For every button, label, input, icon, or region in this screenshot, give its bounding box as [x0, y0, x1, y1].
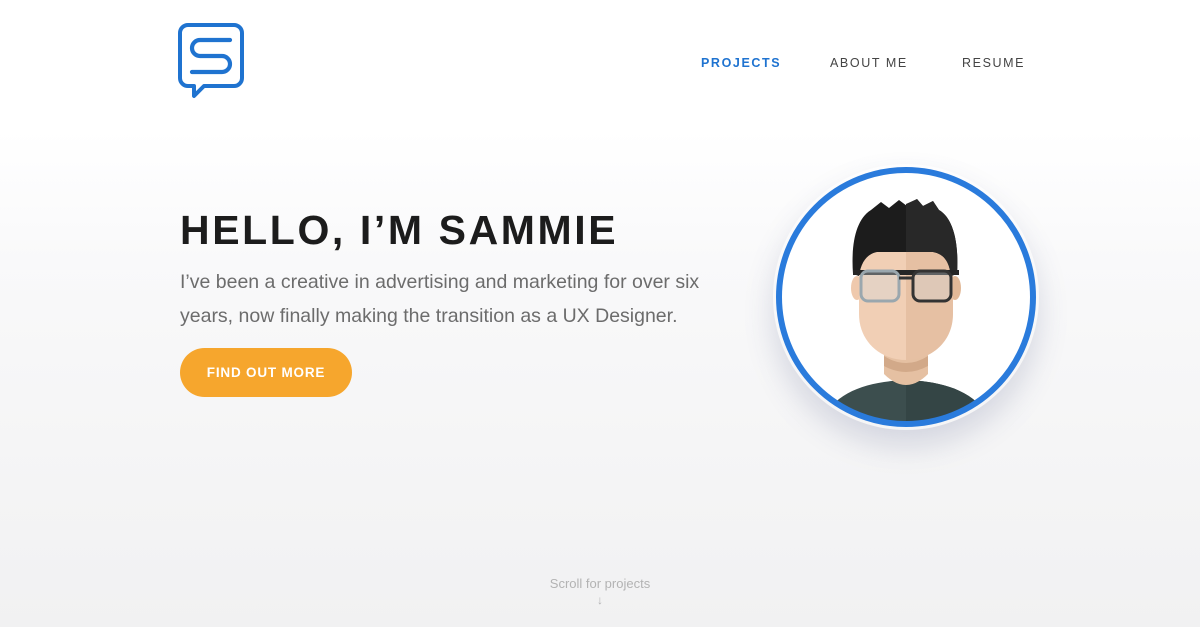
- scroll-hint[interactable]: Scroll for projects: [500, 576, 700, 591]
- hero-intro: I’ve been a creative in advertising and …: [180, 271, 700, 327]
- avatar: [773, 164, 1039, 430]
- nav-resume[interactable]: RESUME: [962, 56, 1025, 70]
- avatar-illustration-icon: [776, 167, 1036, 427]
- arrow-down-icon: ↓: [597, 593, 603, 607]
- nav-projects[interactable]: PROJECTS: [701, 56, 781, 70]
- find-out-more-button[interactable]: FIND OUT MORE: [180, 348, 352, 397]
- nav-about-me[interactable]: ABOUT ME: [830, 56, 908, 70]
- main-nav: PROJECTS ABOUT ME RESUME: [0, 56, 1200, 72]
- hero-title: HELLO, I’M SAMMIE: [180, 207, 619, 253]
